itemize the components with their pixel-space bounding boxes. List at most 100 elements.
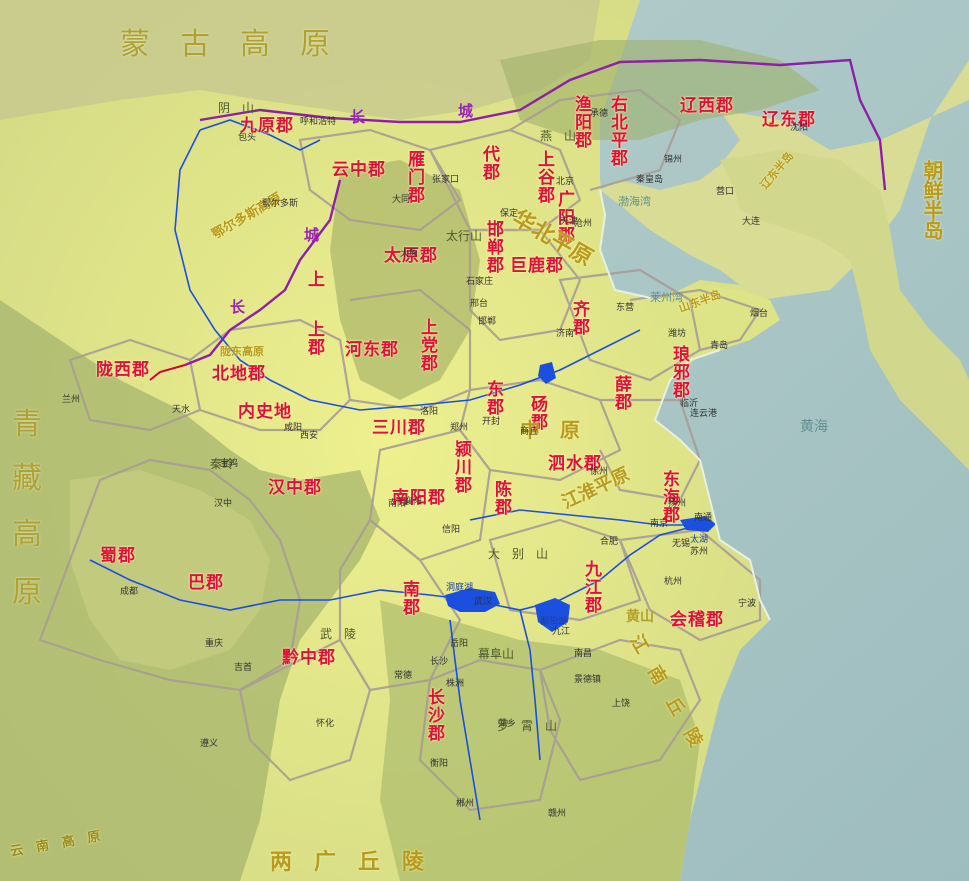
city-label[interactable]: 包头 <box>238 134 256 143</box>
city-label[interactable]: 沧州 <box>574 220 592 229</box>
city-label[interactable]: 南通 <box>694 514 712 523</box>
city-label[interactable]: 承德 <box>590 110 608 119</box>
city-label[interactable]: 衡阳 <box>430 760 448 769</box>
city-label[interactable]: 烟台 <box>750 310 768 319</box>
city-label[interactable]: 张家口 <box>432 176 459 185</box>
jun-sanchuan[interactable]: 三川郡 <box>372 420 426 437</box>
jun-longxi[interactable]: 陇西郡 <box>96 362 150 379</box>
city-label[interactable]: 石家庄 <box>466 278 493 287</box>
city-label[interactable]: 锦州 <box>664 156 682 165</box>
city-label[interactable]: 大连 <box>742 218 760 227</box>
city-label[interactable]: 合肥 <box>600 538 618 547</box>
city-label[interactable]: 萍乡 <box>498 720 516 729</box>
city-label[interactable]: 重庆 <box>205 640 223 649</box>
jun-dong[interactable]: 东郡 <box>483 380 503 416</box>
city-label[interactable]: 咸阳 <box>284 424 302 433</box>
city-label[interactable]: 南京 <box>650 520 668 529</box>
city-label[interactable]: 邢台 <box>470 300 488 309</box>
city-label[interactable]: 呼和浩特 <box>300 118 336 127</box>
city-label[interactable]: 秦皇岛 <box>636 176 663 185</box>
hill-dabie: 大 别 山 <box>488 547 549 561</box>
city-label[interactable]: 西安 <box>300 432 318 441</box>
city-label[interactable]: 大同 <box>392 196 410 205</box>
city-label[interactable]: 潍坊 <box>668 330 686 339</box>
jun-julu[interactable]: 巨鹿郡 <box>510 258 564 275</box>
jun-handan[interactable]: 邯郸郡 <box>483 220 503 274</box>
jun-langya[interactable]: 琅邪郡 <box>669 345 689 399</box>
map-canvas[interactable]: 蒙 古 高 原 青 藏 高 原 朝鲜半岛 两 广 丘 陵 云 南 高 原 长 城… <box>0 0 969 881</box>
city-label[interactable]: 宁波 <box>738 600 756 609</box>
wall-label-5: 上 <box>308 270 326 290</box>
city-label[interactable]: 杭州 <box>664 578 682 587</box>
jun-hedong[interactable]: 河东郡 <box>345 342 399 359</box>
jun-hanzhong[interactable]: 汉中郡 <box>268 480 322 497</box>
city-label[interactable]: 兰州 <box>62 396 80 405</box>
city-label[interactable]: 洛阳 <box>420 408 438 417</box>
city-label[interactable]: 营口 <box>716 188 734 197</box>
jun-jiujiang[interactable]: 九江郡 <box>581 560 601 614</box>
jun-nan[interactable]: 南郡 <box>399 580 419 616</box>
city-label[interactable]: 无锡 <box>672 540 690 549</box>
wall-label-1: 长 <box>350 108 366 126</box>
city-label[interactable]: 遵义 <box>200 740 218 749</box>
city-label[interactable]: 苏州 <box>690 548 708 557</box>
city-label[interactable]: 上饶 <box>612 700 630 709</box>
city-label[interactable]: 太原 <box>400 250 418 259</box>
hill-mufu: 幕阜山 <box>478 647 515 661</box>
city-label[interactable]: 常德 <box>394 672 412 681</box>
region-mongolia: 蒙 古 高 原 <box>120 27 330 62</box>
city-label[interactable]: 连云港 <box>690 410 717 419</box>
jun-yingchuan[interactable]: 颍川郡 <box>451 440 471 494</box>
city-label[interactable]: 南阳 <box>388 500 406 509</box>
city-label[interactable]: 东营 <box>616 304 634 313</box>
jun-ba[interactable]: 巴郡 <box>188 575 224 592</box>
city-label[interactable]: 襄阳 <box>404 498 422 507</box>
jun-changsha[interactable]: 长沙郡 <box>424 688 444 742</box>
city-label[interactable]: 沈阳 <box>790 124 808 133</box>
jun-qianzhong[interactable]: 黔中郡 <box>282 650 336 667</box>
jun-dai[interactable]: 代郡 <box>479 145 499 181</box>
jun-shangdang[interactable]: 上党郡 <box>417 318 437 372</box>
city-label[interactable]: 济南 <box>556 330 574 339</box>
city-label[interactable]: 成都 <box>120 588 138 597</box>
jun-beidi[interactable]: 北地郡 <box>212 366 266 383</box>
city-label[interactable]: 岳阳 <box>450 640 468 649</box>
jun-kuaiji[interactable]: 会稽郡 <box>670 612 724 629</box>
city-label[interactable]: 九江 <box>552 628 570 637</box>
city-label[interactable]: 信阳 <box>442 526 460 535</box>
city-label[interactable]: 汉中 <box>214 500 232 509</box>
jun-liaoxi[interactable]: 辽西郡 <box>680 98 734 115</box>
region-tibet-1: 青 <box>12 407 42 442</box>
city-label[interactable]: 商丘 <box>520 428 538 437</box>
jun-shanggu[interactable]: 上谷郡 <box>534 150 554 204</box>
city-label[interactable]: 吉首 <box>234 664 252 673</box>
city-label[interactable]: 郑州 <box>450 424 468 433</box>
city-label[interactable]: 青岛 <box>710 342 728 351</box>
jun-youbeiping[interactable]: 右北平郡 <box>607 95 627 167</box>
jun-chen[interactable]: 陈郡 <box>491 480 511 516</box>
city-label[interactable]: 武汉 <box>474 598 492 607</box>
city-label[interactable]: 临沂 <box>680 400 698 409</box>
city-label[interactable]: 长沙 <box>430 658 448 667</box>
city-label[interactable]: 南昌 <box>574 650 592 659</box>
city-label[interactable]: 鄂尔多斯 <box>262 200 298 209</box>
city-label[interactable]: 徐州 <box>590 468 608 477</box>
city-label[interactable]: 北京 <box>556 178 574 187</box>
jun-xue[interactable]: 薛郡 <box>611 375 631 411</box>
city-label[interactable]: 邯郸 <box>478 318 496 327</box>
city-label[interactable]: 郴州 <box>456 800 474 809</box>
city-label[interactable]: 开封 <box>482 418 500 427</box>
jun-yunzhong[interactable]: 云中郡 <box>332 162 386 179</box>
jun-donghai[interactable]: 东海郡 <box>659 470 679 524</box>
city-label[interactable]: 天水 <box>172 406 190 415</box>
city-label[interactable]: 怀化 <box>316 720 334 729</box>
city-label[interactable]: 株洲 <box>446 680 464 689</box>
city-label[interactable]: 宝鸡 <box>220 460 238 469</box>
city-label[interactable]: 赣州 <box>548 810 566 819</box>
city-label[interactable]: 保定 <box>500 210 518 219</box>
jun-neishi[interactable]: 内史地 <box>238 404 292 421</box>
jun-shang[interactable]: 上郡 <box>304 320 324 356</box>
jun-shu[interactable]: 蜀郡 <box>100 548 136 565</box>
city-label[interactable]: 景德镇 <box>574 676 601 685</box>
city-label[interactable]: 扬州 <box>668 500 686 509</box>
